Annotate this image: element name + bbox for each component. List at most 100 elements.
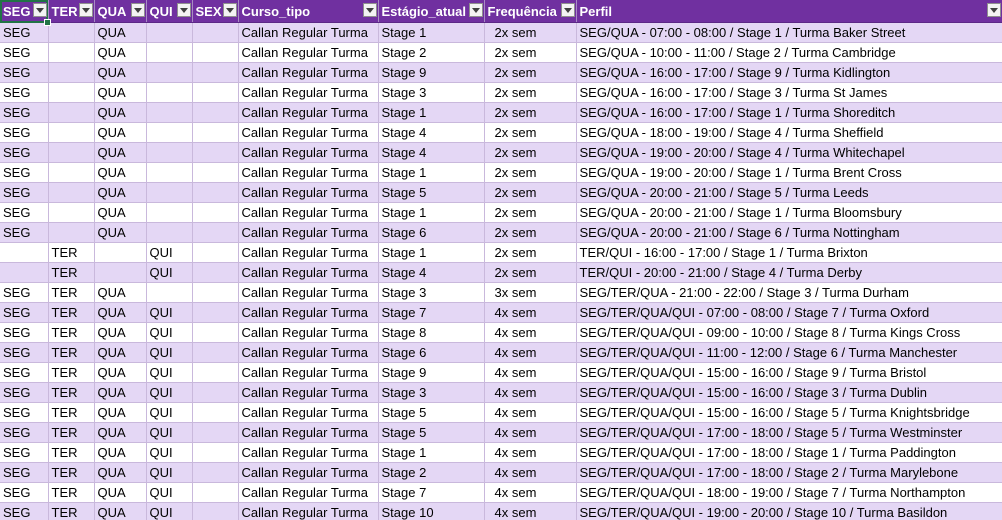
cell-col-qua[interactable]: QUA bbox=[94, 322, 147, 343]
header-col-sex[interactable]: SEX bbox=[192, 0, 239, 23]
cell-col-perfil[interactable]: SEG/TER/QUA - 21:00 - 22:00 / Stage 3 / … bbox=[576, 282, 1002, 303]
cell-col-sex[interactable] bbox=[192, 62, 239, 83]
cell-col-qui[interactable] bbox=[146, 282, 193, 303]
header-col-estagio-atual[interactable]: Estágio_atual bbox=[378, 0, 485, 23]
cell-col-estagio-atual[interactable]: Stage 5 bbox=[378, 182, 485, 203]
cell-col-estagio-atual[interactable]: Stage 1 bbox=[378, 442, 485, 463]
cell-col-frequencia[interactable]: 2x sem bbox=[484, 242, 577, 263]
cell-col-qua[interactable]: QUA bbox=[94, 162, 147, 183]
cell-col-seg[interactable]: SEG bbox=[0, 382, 49, 403]
cell-col-frequencia[interactable]: 2x sem bbox=[484, 182, 577, 203]
cell-col-qui[interactable]: QUI bbox=[146, 502, 193, 520]
cell-col-estagio-atual[interactable]: Stage 6 bbox=[378, 342, 485, 363]
cell-col-seg[interactable]: SEG bbox=[0, 102, 49, 123]
cell-col-ter[interactable]: TER bbox=[48, 282, 95, 303]
cell-col-frequencia[interactable]: 2x sem bbox=[484, 262, 577, 283]
cell-col-ter[interactable]: TER bbox=[48, 462, 95, 483]
cell-col-curso-tipo[interactable]: Callan Regular Turma bbox=[238, 142, 379, 163]
cell-col-sex[interactable] bbox=[192, 382, 239, 403]
cell-col-ter[interactable]: TER bbox=[48, 442, 95, 463]
cell-col-estagio-atual[interactable]: Stage 1 bbox=[378, 162, 485, 183]
cell-col-qui[interactable]: QUI bbox=[146, 362, 193, 383]
cell-col-qui[interactable] bbox=[146, 162, 193, 183]
cell-col-sex[interactable] bbox=[192, 142, 239, 163]
cell-col-frequencia[interactable]: 4x sem bbox=[484, 422, 577, 443]
cell-col-curso-tipo[interactable]: Callan Regular Turma bbox=[238, 42, 379, 63]
cell-col-ter[interactable]: TER bbox=[48, 302, 95, 323]
cell-col-qua[interactable] bbox=[94, 242, 147, 263]
cell-col-estagio-atual[interactable]: Stage 3 bbox=[378, 282, 485, 303]
cell-col-seg[interactable]: SEG bbox=[0, 142, 49, 163]
cell-col-qui[interactable]: QUI bbox=[146, 342, 193, 363]
cell-col-sex[interactable] bbox=[192, 442, 239, 463]
cell-col-sex[interactable] bbox=[192, 22, 239, 43]
cell-col-qua[interactable]: QUA bbox=[94, 502, 147, 520]
cell-col-qua[interactable]: QUA bbox=[94, 222, 147, 243]
cell-col-qua[interactable]: QUA bbox=[94, 22, 147, 43]
cell-col-ter[interactable]: TER bbox=[48, 502, 95, 520]
cell-col-perfil[interactable]: SEG/QUA - 10:00 - 11:00 / Stage 2 / Turm… bbox=[576, 42, 1002, 63]
cell-col-qui[interactable]: QUI bbox=[146, 422, 193, 443]
cell-col-curso-tipo[interactable]: Callan Regular Turma bbox=[238, 342, 379, 363]
cell-col-seg[interactable] bbox=[0, 262, 49, 283]
filter-dropdown-icon[interactable] bbox=[32, 3, 47, 17]
cell-col-frequencia[interactable]: 4x sem bbox=[484, 502, 577, 520]
cell-col-qua[interactable]: QUA bbox=[94, 342, 147, 363]
cell-col-sex[interactable] bbox=[192, 122, 239, 143]
cell-col-curso-tipo[interactable]: Callan Regular Turma bbox=[238, 502, 379, 520]
cell-col-qua[interactable]: QUA bbox=[94, 122, 147, 143]
cell-col-seg[interactable]: SEG bbox=[0, 182, 49, 203]
cell-col-perfil[interactable]: SEG/TER/QUA/QUI - 17:00 - 18:00 / Stage … bbox=[576, 442, 1002, 463]
cell-col-qui[interactable]: QUI bbox=[146, 242, 193, 263]
cell-col-frequencia[interactable]: 2x sem bbox=[484, 102, 577, 123]
cell-col-perfil[interactable]: SEG/QUA - 20:00 - 21:00 / Stage 1 / Turm… bbox=[576, 202, 1002, 223]
cell-col-sex[interactable] bbox=[192, 322, 239, 343]
cell-col-perfil[interactable]: SEG/TER/QUA/QUI - 07:00 - 08:00 / Stage … bbox=[576, 302, 1002, 323]
cell-col-estagio-atual[interactable]: Stage 2 bbox=[378, 462, 485, 483]
cell-col-sex[interactable] bbox=[192, 262, 239, 283]
cell-col-perfil[interactable]: SEG/TER/QUA/QUI - 17:00 - 18:00 / Stage … bbox=[576, 422, 1002, 443]
cell-col-qua[interactable]: QUA bbox=[94, 402, 147, 423]
cell-col-frequencia[interactable]: 2x sem bbox=[484, 62, 577, 83]
fill-handle[interactable] bbox=[44, 19, 51, 26]
cell-col-seg[interactable]: SEG bbox=[0, 482, 49, 503]
cell-col-seg[interactable]: SEG bbox=[0, 22, 49, 43]
cell-col-qui[interactable] bbox=[146, 62, 193, 83]
cell-col-sex[interactable] bbox=[192, 162, 239, 183]
cell-col-curso-tipo[interactable]: Callan Regular Turma bbox=[238, 22, 379, 43]
cell-col-seg[interactable] bbox=[0, 242, 49, 263]
cell-col-ter[interactable] bbox=[48, 22, 95, 43]
cell-col-perfil[interactable]: SEG/TER/QUA/QUI - 19:00 - 20:00 / Stage … bbox=[576, 502, 1002, 520]
cell-col-seg[interactable]: SEG bbox=[0, 322, 49, 343]
cell-col-frequencia[interactable]: 3x sem bbox=[484, 282, 577, 303]
cell-col-sex[interactable] bbox=[192, 482, 239, 503]
cell-col-curso-tipo[interactable]: Callan Regular Turma bbox=[238, 62, 379, 83]
cell-col-perfil[interactable]: SEG/QUA - 19:00 - 20:00 / Stage 4 / Turm… bbox=[576, 142, 1002, 163]
cell-col-estagio-atual[interactable]: Stage 7 bbox=[378, 482, 485, 503]
cell-col-qua[interactable]: QUA bbox=[94, 302, 147, 323]
cell-col-curso-tipo[interactable]: Callan Regular Turma bbox=[238, 282, 379, 303]
filter-dropdown-icon[interactable] bbox=[986, 3, 1001, 17]
header-col-curso-tipo[interactable]: Curso_tipo bbox=[238, 0, 379, 23]
cell-col-ter[interactable] bbox=[48, 42, 95, 63]
cell-col-seg[interactable]: SEG bbox=[0, 42, 49, 63]
cell-col-curso-tipo[interactable]: Callan Regular Turma bbox=[238, 422, 379, 443]
cell-col-sex[interactable] bbox=[192, 182, 239, 203]
cell-col-seg[interactable]: SEG bbox=[0, 362, 49, 383]
cell-col-curso-tipo[interactable]: Callan Regular Turma bbox=[238, 302, 379, 323]
cell-col-curso-tipo[interactable]: Callan Regular Turma bbox=[238, 242, 379, 263]
cell-col-ter[interactable] bbox=[48, 102, 95, 123]
cell-col-qua[interactable]: QUA bbox=[94, 42, 147, 63]
header-col-qua[interactable]: QUA bbox=[94, 0, 147, 23]
cell-col-frequencia[interactable]: 4x sem bbox=[484, 482, 577, 503]
cell-col-qui[interactable]: QUI bbox=[146, 322, 193, 343]
cell-col-estagio-atual[interactable]: Stage 3 bbox=[378, 82, 485, 103]
cell-col-sex[interactable] bbox=[192, 302, 239, 323]
cell-col-curso-tipo[interactable]: Callan Regular Turma bbox=[238, 362, 379, 383]
cell-col-seg[interactable]: SEG bbox=[0, 282, 49, 303]
cell-col-sex[interactable] bbox=[192, 342, 239, 363]
cell-col-sex[interactable] bbox=[192, 362, 239, 383]
cell-col-ter[interactable]: TER bbox=[48, 242, 95, 263]
cell-col-estagio-atual[interactable]: Stage 9 bbox=[378, 362, 485, 383]
cell-col-sex[interactable] bbox=[192, 282, 239, 303]
